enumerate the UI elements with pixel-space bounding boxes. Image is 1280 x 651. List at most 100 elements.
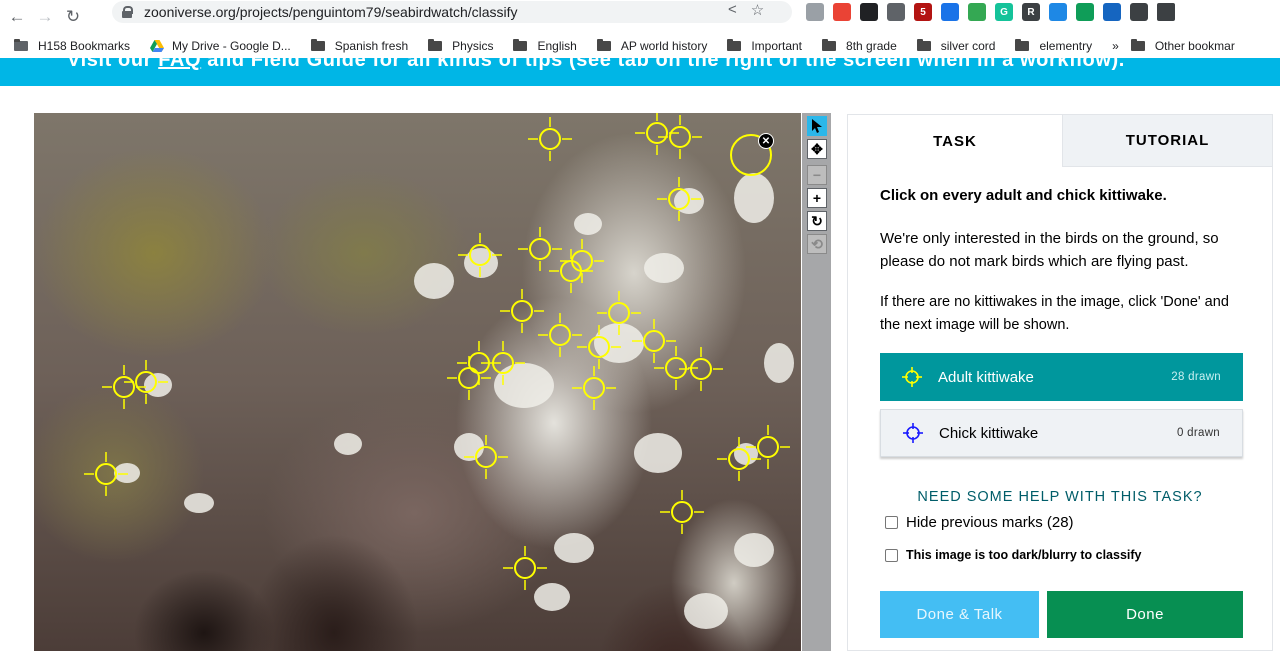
browser-toolbar: ← → ↻ zooniverse.org/projects/penguintom… xyxy=(0,0,1280,34)
address-actions: < ☆ xyxy=(728,1,764,19)
rock-highlight xyxy=(574,213,602,235)
task-instructions-1: We're only interested in the birds on th… xyxy=(880,230,1219,270)
kittiwake-mark[interactable] xyxy=(658,115,702,159)
kittiwake-mark[interactable] xyxy=(679,347,723,391)
kittiwake-mark[interactable] xyxy=(746,425,790,469)
bookmark-folder[interactable]: Physics xyxy=(428,39,493,53)
ext-gray-icon[interactable] xyxy=(806,3,824,21)
forward-arrow-icon[interactable]: → xyxy=(34,6,56,28)
ext-r-icon[interactable]: R xyxy=(1022,3,1040,21)
bookmark-folder[interactable]: 8th grade xyxy=(822,39,897,53)
extensions-bar: 5 GR xyxy=(806,3,1175,21)
bookmark-label: 8th grade xyxy=(846,39,897,53)
bookmark-drive[interactable]: My Drive - Google D... xyxy=(150,39,291,53)
kittiwake-mark[interactable] xyxy=(657,177,701,221)
bookmark-label: My Drive - Google D... xyxy=(172,39,291,53)
faq-link[interactable]: FAQ xyxy=(158,58,201,71)
ext-red-icon[interactable] xyxy=(833,3,851,21)
sidebar-icon[interactable] xyxy=(1157,3,1175,21)
rock-highlight xyxy=(764,343,794,383)
rock-highlight xyxy=(184,493,214,513)
bookmark-folder[interactable]: AP world history xyxy=(596,39,708,53)
checkbox-label: This image is too dark/blurry to classif… xyxy=(906,548,1142,562)
ext-green-icon[interactable] xyxy=(968,3,986,21)
hide-marks-checkbox[interactable]: Hide previous marks (28) xyxy=(885,514,1074,531)
bookmark-other[interactable]: Other bookmar xyxy=(1130,39,1235,53)
folder-icon xyxy=(1130,39,1145,51)
bookmark-label: H158 Bookmarks xyxy=(38,39,131,53)
tool-chick-kittiwake[interactable]: Chick kittiwake 0 drawn xyxy=(880,409,1243,457)
tab-tutorial[interactable]: TUTORIAL xyxy=(1062,115,1272,167)
kittiwake-mark[interactable] xyxy=(84,452,128,496)
folder-icon xyxy=(596,39,611,51)
kittiwake-mark[interactable] xyxy=(549,249,593,293)
google-drive-icon xyxy=(150,40,165,52)
bookmark-folder[interactable]: Important xyxy=(727,39,802,53)
kittiwake-mark[interactable] xyxy=(660,490,704,534)
folder-icon xyxy=(428,39,443,51)
kittiwake-mark[interactable] xyxy=(572,366,616,410)
banner-text: Visit our FAQ and Field Guide for all ki… xyxy=(67,58,1125,72)
bookmark-folder[interactable]: elementry xyxy=(1015,39,1092,53)
tab-task[interactable]: TASK xyxy=(848,115,1062,167)
kittiwake-mark[interactable] xyxy=(577,325,621,369)
kittiwake-mark[interactable] xyxy=(458,233,502,277)
kittiwake-mark[interactable] xyxy=(447,356,491,400)
kittiwake-mark[interactable] xyxy=(528,117,572,161)
puzzle-icon[interactable] xyxy=(1130,3,1148,21)
bookmark-label: AP world history xyxy=(620,39,708,53)
bookmark-folder[interactable]: English xyxy=(513,39,577,53)
reload-icon[interactable]: ↻ xyxy=(62,6,84,28)
address-bar[interactable]: zooniverse.org/projects/penguintom79/sea… xyxy=(112,1,792,23)
crosshair-icon xyxy=(902,367,922,387)
bookmark-overflow[interactable]: » xyxy=(1112,39,1119,53)
back-arrow-icon[interactable]: ← xyxy=(6,6,28,28)
task-instructions-2: If there are no kittiwakes in the image,… xyxy=(880,294,1229,333)
kittiwake-mark[interactable] xyxy=(464,435,508,479)
share-icon[interactable]: < xyxy=(728,1,737,19)
ext-pin-icon[interactable] xyxy=(1103,3,1121,21)
subject-image[interactable]: ✕ xyxy=(34,113,801,651)
folder-icon xyxy=(916,39,931,51)
ext-lp-icon[interactable] xyxy=(1076,3,1094,21)
help-link[interactable]: NEED SOME HELP WITH THIS TASK? xyxy=(848,489,1272,505)
ext-gray2-icon[interactable] xyxy=(887,3,905,21)
ext-black-icon[interactable] xyxy=(860,3,878,21)
reset-icon[interactable]: ⟲ xyxy=(807,234,827,254)
bookmark-folder[interactable]: silver cord xyxy=(916,39,996,53)
star-icon[interactable]: ☆ xyxy=(751,1,764,19)
kittiwake-mark[interactable] xyxy=(503,546,547,590)
folder-icon xyxy=(310,39,325,51)
checkbox-box[interactable] xyxy=(885,548,898,562)
bookmark-label: English xyxy=(537,39,577,53)
done-button[interactable]: Done xyxy=(1047,591,1243,638)
lock-icon xyxy=(122,6,133,18)
bookmark-folder[interactable]: Spanish fresh xyxy=(310,39,408,53)
tool-count: 0 drawn xyxy=(1176,427,1220,439)
zoom-out-icon[interactable]: − xyxy=(807,165,827,185)
rock-highlight xyxy=(684,593,728,629)
ext-cloud-icon[interactable] xyxy=(1049,3,1067,21)
rock-highlight xyxy=(644,253,684,283)
too-dark-checkbox[interactable]: This image is too dark/blurry to classif… xyxy=(885,548,1142,562)
image-toolbar: ✥ − + ↻ ⟲ xyxy=(802,113,831,651)
kittiwake-mark[interactable] xyxy=(538,313,582,357)
delete-mark-icon[interactable]: ✕ xyxy=(758,133,774,149)
rock-highlight xyxy=(334,433,362,455)
ext-grammarly-icon[interactable]: G xyxy=(995,3,1013,21)
url-text: zooniverse.org/projects/penguintom79/sea… xyxy=(144,4,518,20)
rock-highlight xyxy=(734,173,774,223)
rotate-icon[interactable]: ↻ xyxy=(807,211,827,231)
annotate-pointer-icon[interactable] xyxy=(807,116,827,136)
move-icon[interactable]: ✥ xyxy=(807,139,827,159)
tool-adult-kittiwake[interactable]: Adult kittiwake 28 drawn xyxy=(880,353,1243,401)
kittiwake-mark[interactable] xyxy=(124,360,168,404)
bookmark-label: silver cord xyxy=(940,39,996,53)
checkbox-box[interactable] xyxy=(885,516,898,529)
bookmark-h158[interactable]: H158 Bookmarks xyxy=(14,39,130,53)
folder-icon xyxy=(727,39,742,51)
done-and-talk-button[interactable]: Done & Talk xyxy=(880,591,1039,638)
ext-blue-icon[interactable] xyxy=(941,3,959,21)
zoom-in-icon[interactable]: + xyxy=(807,188,827,208)
ext-badge-icon[interactable]: 5 xyxy=(914,3,932,21)
